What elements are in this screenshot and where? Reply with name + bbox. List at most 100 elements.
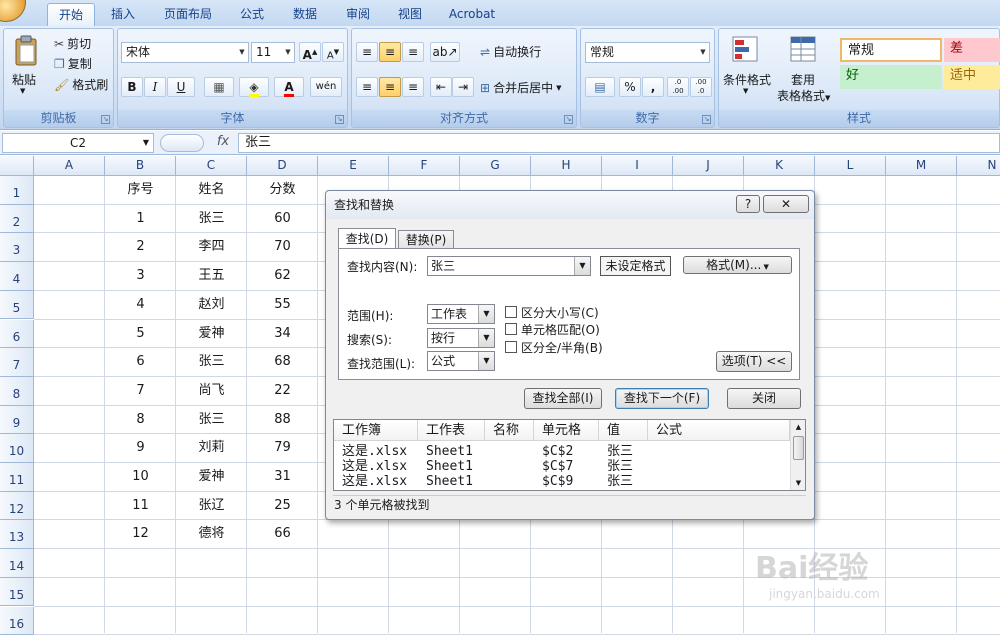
row-header-6[interactable]: 6 — [0, 320, 34, 349]
cell-score[interactable]: 22 — [247, 377, 318, 406]
scroll-up-icon[interactable]: ▲ — [791, 420, 806, 434]
cell-no[interactable]: 7 — [105, 377, 176, 406]
cell-name[interactable]: 爱神 — [176, 463, 247, 492]
cell-no[interactable]: 4 — [105, 291, 176, 320]
cut-button[interactable]: ✂剪切 — [54, 35, 91, 52]
results-scrollbar[interactable]: ▲ ▼ — [790, 420, 805, 490]
border-button[interactable]: ▦ — [204, 77, 234, 97]
style-neutral[interactable]: 适中 — [944, 65, 1000, 89]
cell-name[interactable]: 王五 — [176, 262, 247, 291]
merge-center-button[interactable]: ⊞合并后居中▼ — [480, 79, 561, 96]
cell-no[interactable]: 10 — [105, 463, 176, 492]
within-select[interactable]: 工作表▼ — [427, 304, 495, 324]
result-book[interactable]: 这是.xlsx — [342, 474, 407, 490]
decrease-decimal-button[interactable]: .00 .0 — [690, 77, 712, 97]
scroll-down-icon[interactable]: ▼ — [791, 476, 806, 490]
cell-name[interactable]: 张三 — [176, 348, 247, 377]
align-right-button[interactable]: ≡ — [402, 77, 424, 97]
tab-data[interactable]: 数据 — [283, 3, 327, 26]
result-cell[interactable]: $C$9 — [542, 474, 573, 490]
currency-button[interactable]: ▤ — [585, 77, 615, 97]
column-header-n[interactable]: N — [957, 156, 1000, 176]
office-button[interactable] — [0, 0, 26, 22]
cell-no[interactable]: 5 — [105, 320, 176, 349]
row-header-14[interactable]: 14 — [0, 549, 34, 578]
paste-icon[interactable] — [12, 35, 40, 69]
font-name-combo[interactable]: 宋体▼ — [121, 42, 249, 63]
phonetic-button[interactable]: wén — [310, 77, 342, 97]
clipboard-launcher-icon[interactable]: ↘ — [101, 115, 110, 124]
align-middle-button[interactable]: ≡ — [379, 42, 401, 62]
tab-replace[interactable]: 替换(P) — [398, 230, 454, 249]
select-all-corner[interactable] — [0, 156, 34, 176]
cell-score[interactable]: 31 — [247, 463, 318, 492]
scroll-thumb[interactable] — [793, 436, 804, 460]
cell-no[interactable]: 6 — [105, 348, 176, 377]
number-launcher-icon[interactable]: ↘ — [702, 115, 711, 124]
align-center-button[interactable]: ≡ — [379, 77, 401, 97]
find-what-input[interactable]: 张三▼ — [427, 256, 591, 276]
orientation-button[interactable]: ab↗ — [430, 42, 460, 62]
cell-no[interactable]: 11 — [105, 492, 176, 521]
result-cell[interactable]: $C$7 — [542, 459, 573, 475]
style-normal[interactable]: 常规 — [840, 38, 942, 62]
cell-name[interactable]: 尚飞 — [176, 377, 247, 406]
find-all-button[interactable]: 查找全部(I) — [524, 388, 602, 409]
conditional-format-icon[interactable] — [731, 35, 761, 65]
number-format-combo[interactable]: 常规▼ — [585, 42, 710, 63]
decrease-indent-button[interactable]: ⇤ — [430, 77, 452, 97]
result-col-name[interactable]: 名称 — [485, 420, 534, 441]
table-format-label-1[interactable]: 套用 — [791, 71, 815, 88]
result-value[interactable]: 张三 — [607, 459, 633, 475]
header-cell-no[interactable]: 序号 — [105, 176, 176, 205]
result-sheet[interactable]: Sheet1 — [426, 444, 473, 460]
row-header-3[interactable]: 3 — [0, 233, 34, 262]
cell-score[interactable]: 25 — [247, 492, 318, 521]
tab-insert[interactable]: 插入 — [100, 3, 146, 26]
insert-function-button[interactable]: fx — [208, 133, 238, 153]
conditional-format-button[interactable]: 条件格式 — [723, 71, 771, 88]
cell-score[interactable]: 68 — [247, 348, 318, 377]
shrink-font-button[interactable]: A▼ — [322, 42, 344, 62]
cell-no[interactable]: 9 — [105, 434, 176, 463]
chevron-down-icon[interactable]: ▼ — [478, 329, 494, 347]
paste-button[interactable]: 粘贴 — [12, 71, 36, 88]
row-header-4[interactable]: 4 — [0, 262, 34, 291]
cell-no[interactable]: 1 — [105, 205, 176, 234]
underline-button[interactable]: U — [167, 77, 195, 97]
column-header-m[interactable]: M — [886, 156, 957, 176]
chevron-down-icon[interactable]: ▼ — [743, 87, 748, 95]
align-top-button[interactable]: ≡ — [356, 42, 378, 62]
match-cell-checkbox[interactable] — [505, 323, 517, 335]
row-header-11[interactable]: 11 — [0, 463, 34, 492]
bold-button[interactable]: B — [121, 77, 143, 97]
result-value[interactable]: 张三 — [607, 444, 633, 460]
tab-acrobat[interactable]: Acrobat — [442, 3, 502, 26]
result-sheet[interactable]: Sheet1 — [426, 474, 473, 490]
align-left-button[interactable]: ≡ — [356, 77, 378, 97]
row-header-8[interactable]: 8 — [0, 377, 34, 406]
column-header-f[interactable]: F — [389, 156, 460, 176]
grow-font-button[interactable]: A▲ — [299, 42, 321, 62]
column-header-h[interactable]: H — [531, 156, 602, 176]
cell-name[interactable]: 德将 — [176, 520, 247, 549]
result-sheet[interactable]: Sheet1 — [426, 459, 473, 475]
alignment-launcher-icon[interactable]: ↘ — [564, 115, 573, 124]
result-col-sheet[interactable]: 工作表 — [418, 420, 485, 441]
cell-name[interactable]: 张三 — [176, 406, 247, 435]
wrap-text-button[interactable]: ⇌自动换行 — [480, 43, 541, 60]
column-header-g[interactable]: G — [460, 156, 531, 176]
options-button[interactable]: 选项(T) << — [716, 351, 792, 372]
table-format-icon[interactable] — [789, 35, 819, 65]
chevron-down-icon[interactable]: ▼ — [574, 257, 590, 275]
row-header-2[interactable]: 2 — [0, 205, 34, 234]
match-byte-checkbox[interactable] — [505, 341, 517, 353]
formula-input[interactable]: 张三 — [238, 133, 1000, 153]
column-header-d[interactable]: D — [247, 156, 318, 176]
close-icon[interactable]: ✕ — [763, 195, 809, 213]
cell-no[interactable]: 3 — [105, 262, 176, 291]
cell-score[interactable]: 60 — [247, 205, 318, 234]
font-color-button[interactable]: A — [274, 77, 304, 97]
paste-dropdown-icon[interactable]: ▼ — [20, 87, 25, 95]
row-header-9[interactable]: 9 — [0, 406, 34, 435]
